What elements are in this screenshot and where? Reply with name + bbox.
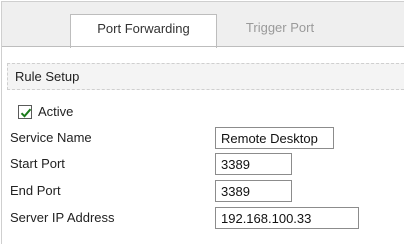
- end-port-row: End Port: [0, 180, 406, 204]
- tab-divider: [2, 46, 404, 47]
- active-row: Active: [0, 102, 406, 126]
- active-checkbox[interactable]: [18, 105, 32, 119]
- active-label: Active: [38, 104, 74, 119]
- start-port-row: Start Port: [0, 153, 406, 177]
- start-port-label: Start Port: [10, 156, 65, 171]
- end-port-input[interactable]: [215, 180, 292, 202]
- tab-port-forwarding[interactable]: Port Forwarding: [70, 14, 217, 48]
- tab-bar: Port Forwarding Trigger Port: [2, 2, 404, 48]
- server-ip-input[interactable]: [215, 207, 359, 229]
- server-ip-label: Server IP Address: [10, 210, 115, 225]
- tab-trigger-port[interactable]: Trigger Port: [220, 14, 340, 48]
- start-port-input[interactable]: [215, 153, 292, 175]
- server-ip-row: Server IP Address: [0, 207, 406, 231]
- end-port-label: End Port: [10, 183, 61, 198]
- rule-setup-header: Rule Setup: [7, 63, 404, 90]
- service-name-input[interactable]: [215, 127, 334, 149]
- service-name-label: Service Name: [10, 130, 92, 145]
- section-title: Rule Setup: [15, 69, 80, 84]
- checkmark-icon: [20, 108, 32, 118]
- service-name-row: Service Name: [0, 127, 406, 151]
